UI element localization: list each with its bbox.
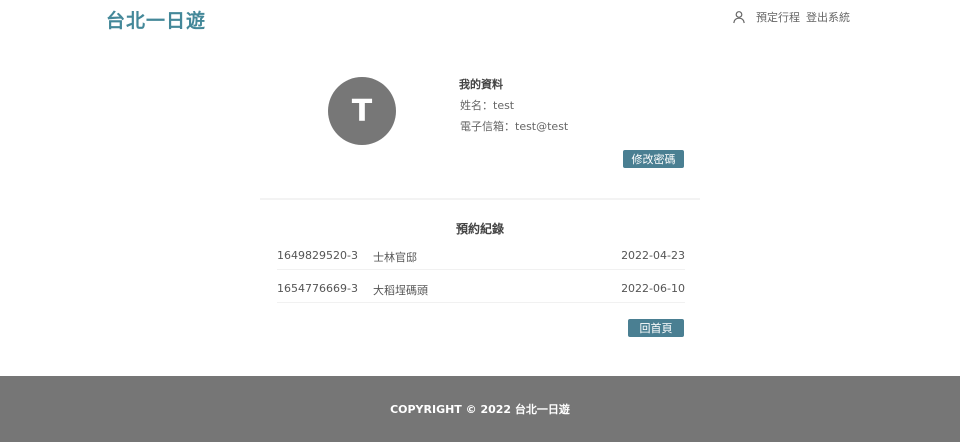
- profile-heading: 我的資料: [459, 78, 503, 91]
- nav-logout-link[interactable]: 登出系統: [806, 9, 850, 25]
- change-password-button[interactable]: 修改密碼: [623, 150, 684, 168]
- site-logo[interactable]: 台北一日遊: [106, 6, 206, 33]
- section-divider: [260, 198, 700, 200]
- profile-name: 姓名：test: [460, 99, 515, 112]
- user-icon: [732, 10, 746, 24]
- site-footer: COPYRIGHT © 2022 台北一日遊: [0, 376, 960, 442]
- booking-date: 2022-04-23: [621, 249, 685, 262]
- booking-id: 1649829520-3: [277, 249, 358, 262]
- booking-date: 2022-06-10: [621, 282, 685, 295]
- home-button[interactable]: 回首頁: [628, 319, 684, 337]
- nav-booking-link[interactable]: 預定行程: [756, 9, 800, 25]
- booking-row: 1649829520-3 士林官邸 2022-04-23: [277, 244, 685, 270]
- avatar: T: [328, 77, 396, 145]
- copyright-text: COPYRIGHT © 2022 台北一日遊: [390, 403, 570, 416]
- booking-place: 大稻埕碼頭: [373, 284, 428, 297]
- booking-row: 1654776669-3 大稻埕碼頭 2022-06-10: [277, 277, 685, 303]
- profile-email: 電子信箱：test@test: [460, 120, 569, 133]
- booking-place: 士林官邸: [373, 251, 417, 264]
- top-nav: 預定行程 登出系統: [732, 9, 850, 25]
- booking-section-title: 預約紀錄: [455, 222, 504, 236]
- site-header: 台北一日遊 預定行程 登出系統: [0, 0, 960, 36]
- booking-id: 1654776669-3: [277, 282, 358, 295]
